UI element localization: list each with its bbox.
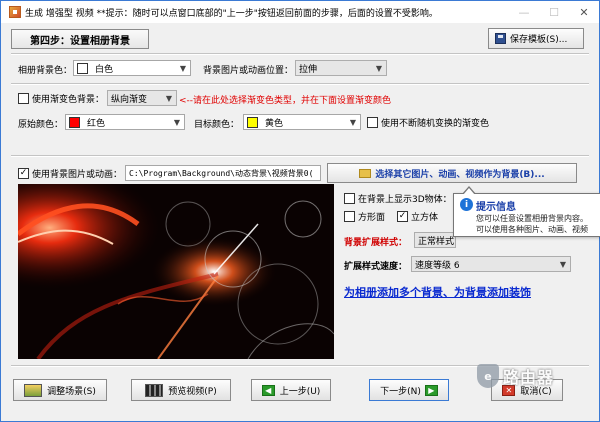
expand-speed-select[interactable]: 速度等级 6 ▼ — [411, 256, 571, 272]
divider — [11, 53, 589, 55]
target-color-select[interactable]: 黄色 ▼ — [243, 114, 361, 130]
scene-icon — [24, 383, 43, 397]
prev-step-label: 上一步(U) — [279, 386, 321, 397]
bg-position-select[interactable]: 拉伸 ▼ — [295, 60, 387, 76]
tooltip-line: 可以使用各种图片、动画、视频 — [476, 225, 588, 234]
info-tooltip: i 提示信息 您可以任意设置相册背景内容。 可以使用各种图片、动画、视频 — [453, 186, 600, 237]
use-image-label: 使用背景图片或动画： — [32, 170, 123, 180]
gradient-type-select[interactable]: 纵向渐变 ▼ — [107, 90, 177, 106]
checkbox-box — [344, 211, 355, 222]
random-gradient-label: 使用不断随机变换的渐变色 — [381, 119, 490, 129]
watermark: e 路由器 — [477, 364, 554, 388]
light-streaks-art — [18, 184, 334, 359]
film-icon — [145, 383, 164, 397]
target-color-value: 黄色 — [265, 118, 284, 129]
divider — [11, 83, 589, 85]
image-path-field[interactable]: C:\Program\Background\动态背景\视频背景0( — [125, 165, 321, 181]
chevron-down-icon: ▼ — [165, 93, 173, 103]
checkbox-box — [18, 93, 29, 104]
random-gradient-checkbox[interactable]: 使用不断随机变换的渐变色 — [367, 116, 489, 129]
info-icon: i — [460, 198, 473, 211]
arrow-right-icon: ▶ — [424, 384, 438, 396]
bg-color-select[interactable]: 白色 ▼ — [73, 60, 191, 76]
show-3d-label: 在背景上显示3D物体： — [358, 195, 452, 205]
chevron-down-icon: ▼ — [173, 117, 181, 127]
adjust-scene-label: 调整场景(S) — [47, 386, 96, 397]
chevron-down-icon: ▼ — [349, 117, 357, 127]
bg-color-label: 相册背景色： — [18, 66, 73, 76]
target-color-label: 目标颜色： — [194, 120, 240, 130]
target-color-swatch — [247, 116, 258, 128]
adjust-scene-button[interactable]: 调整场景(S) — [13, 379, 107, 401]
background-preview-image — [18, 184, 334, 359]
expand-style-value: 正常样式 — [418, 236, 455, 247]
original-color-swatch — [69, 116, 80, 128]
prev-step-button[interactable]: ◀ 上一步(U) — [251, 379, 331, 401]
cube-checkbox[interactable]: ✓ 立方体 — [397, 210, 438, 223]
use-gradient-label: 使用渐变色背景： — [32, 95, 105, 105]
bg-color-swatch — [77, 62, 88, 74]
maximize-icon[interactable]: ☐ — [539, 1, 569, 23]
preview-video-button[interactable]: 预览视频(P) — [131, 379, 231, 401]
select-background-button[interactable]: 选择其它图片、动画、视频作为背景(B)... — [327, 163, 577, 183]
window-controls: — ☐ ✕ — [509, 1, 599, 23]
square-face-checkbox[interactable]: 方形面 — [344, 210, 385, 223]
chevron-down-icon: ▼ — [179, 63, 187, 73]
select-background-label: 选择其它图片、动画、视频作为背景(B)... — [375, 169, 545, 180]
checkbox-box: ✓ — [397, 211, 408, 222]
next-step-label: 下一步(N) — [380, 386, 421, 397]
minimize-icon[interactable]: — — [509, 1, 539, 23]
checkbox-box: ✓ — [18, 168, 29, 179]
use-image-checkbox[interactable]: ✓ 使用背景图片或动画： — [18, 167, 122, 180]
original-color-value: 红色 — [87, 118, 106, 129]
title-bar: 生成 增强型 视频 **提示：随时可以点窗口底部的"上一步"按钮返回前面的步骤，… — [1, 1, 599, 23]
tooltip-line: 您可以任意设置相册背景内容。 — [476, 214, 588, 223]
close-icon[interactable]: ✕ — [569, 1, 599, 23]
use-gradient-checkbox[interactable]: 使用渐变色背景： — [18, 92, 104, 105]
bg-color-value: 白色 — [95, 64, 114, 75]
cube-label: 立方体 — [411, 213, 439, 223]
next-step-button[interactable]: 下一步(N) ▶ — [369, 379, 449, 401]
bg-position-value: 拉伸 — [299, 64, 318, 75]
expand-speed-label: 扩展样式速度： — [344, 262, 408, 272]
divider — [11, 155, 589, 157]
app-window: 生成 增强型 视频 **提示：随时可以点窗口底部的"上一步"按钮返回前面的步骤，… — [0, 0, 600, 422]
tooltip-title: 提示信息 — [476, 202, 516, 213]
chevron-down-icon: ▼ — [375, 63, 383, 73]
expand-style-select[interactable]: 正常样式 — [414, 232, 456, 248]
expand-speed-value: 速度等级 6 — [415, 260, 460, 271]
expand-style-label: 背景扩展样式： — [344, 238, 408, 248]
window-title: 生成 增强型 视频 **提示：随时可以点窗口底部的"上一步"按钮返回前面的步骤，… — [25, 8, 438, 19]
folder-open-icon — [359, 168, 372, 178]
router-logo-icon: e — [477, 364, 499, 388]
app-icon — [9, 6, 21, 18]
step-title: 第四步：设置相册背景 — [11, 29, 149, 49]
save-template-label: 保存模板(S)... — [510, 35, 568, 45]
watermark-text: 路由器 — [503, 368, 555, 387]
gradient-type-value: 纵向渐变 — [111, 94, 148, 105]
save-template-button[interactable]: 保存模板(S)... — [488, 28, 584, 49]
chevron-down-icon: ▼ — [559, 259, 567, 269]
square-face-label: 方形面 — [358, 213, 386, 223]
arrow-left-icon: ◀ — [261, 384, 275, 396]
checkbox-box — [367, 117, 378, 128]
checkbox-box — [344, 193, 355, 204]
bg-position-label: 背景图片或动画位置： — [203, 66, 294, 76]
preview-video-label: 预览视频(P) — [168, 386, 217, 397]
original-color-select[interactable]: 红色 ▼ — [65, 114, 185, 130]
gradient-hint: <--请在此处选择渐变色类型，并在下面设置渐变颜色 — [179, 96, 392, 106]
original-color-label: 原始颜色： — [18, 120, 64, 130]
add-backgrounds-link[interactable]: 为相册添加多个背景、为背景添加装饰 — [344, 284, 531, 300]
show-3d-checkbox[interactable]: 在背景上显示3D物体： — [344, 192, 452, 205]
floppy-disk-icon — [495, 33, 506, 44]
